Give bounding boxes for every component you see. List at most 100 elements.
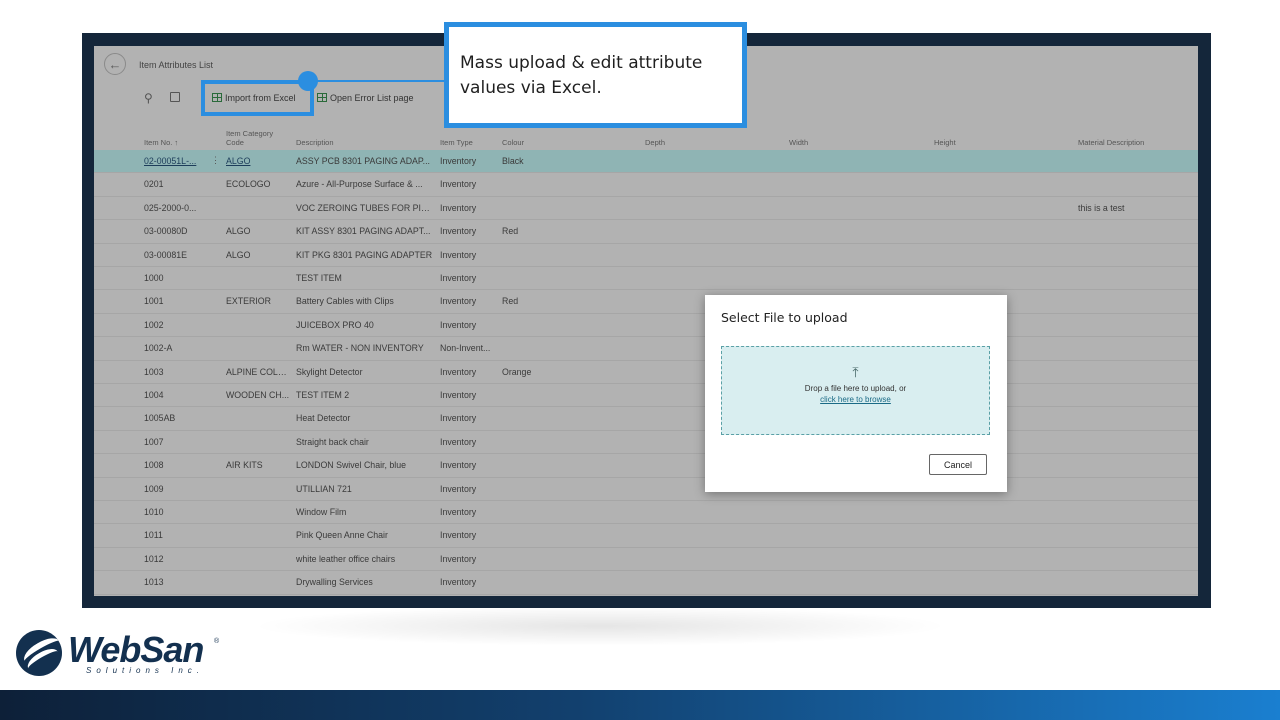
file-drop-zone[interactable]: ⤒ Drop a file here to upload, or click h… [721, 346, 990, 435]
cell-description: Window Film [296, 507, 347, 517]
cell-item-no[interactable]: 02-00051L-... [144, 156, 206, 166]
table-row[interactable]: 1011 Pink Queen Anne Chair Inventory [94, 524, 1198, 548]
cell-item-type: Inventory [440, 179, 477, 190]
cell-description: KIT ASSY 8301 PAGING ADAPT... [296, 226, 431, 237]
cell-category[interactable]: ALPINE COLL... [226, 367, 290, 377]
footer-bar [0, 690, 1280, 720]
cell-material: this is a test [1078, 202, 1125, 213]
cell-item-no[interactable]: 025-2000-0... [144, 203, 206, 213]
cell-item-type: Inventory [440, 202, 477, 213]
cell-item-no[interactable]: 1011 [144, 530, 206, 540]
import-highlight-box [201, 80, 314, 116]
cell-description: UTILLIAN 721 [296, 483, 352, 494]
cell-item-type: Inventory [440, 296, 477, 307]
page-title: Item Attributes List [139, 60, 214, 70]
table-row[interactable]: 1001 EXTERIOR Battery Cables with Clips Inv… [94, 290, 1198, 314]
table-row[interactable]: 03-00080D ALGO KIT ASSY 8301 PAGING ADAPT.… [94, 220, 1198, 244]
table-row[interactable]: 1003 ALPINE COLL... Skylight Detector Inven… [94, 361, 1198, 384]
cell-item-no[interactable]: 03-00081E [144, 250, 206, 260]
header-item-type[interactable]: Item Type [440, 138, 473, 147]
row-actions-icon[interactable]: ⋮ [211, 155, 220, 166]
cell-description: TEST ITEM 2 [296, 390, 350, 400]
cell-description: KIT PKG 8301 PAGING ADAPTER [296, 249, 433, 260]
item-attributes-page: ← Item Attributes List ⚲ Import from Exc… [94, 46, 1198, 596]
cell-item-no[interactable]: 1003 [144, 367, 206, 377]
cell-item-no[interactable]: 1009 [144, 484, 206, 494]
table-row[interactable]: 025-2000-0... VOC ZEROING TUBES FOR PID,.… [94, 197, 1198, 221]
back-arrow-icon[interactable]: ← [104, 53, 126, 75]
cell-item-type: Inventory [440, 319, 477, 330]
cell-item-no[interactable]: 1010 [144, 507, 206, 517]
cell-description: Pink Queen Anne Chair [296, 530, 388, 541]
callout-dot [298, 71, 318, 91]
header-height[interactable]: Height [934, 138, 956, 147]
table-row[interactable]: 1005AB Heat Detector Inventory [94, 407, 1198, 431]
cell-item-type: Inventory [440, 273, 477, 283]
table-row[interactable]: 03-00081E ALGO KIT PKG 8301 PAGING ADAPTER… [94, 244, 1198, 267]
header-item-category-code[interactable]: Item Category Code [226, 129, 286, 147]
cell-item-no[interactable]: 1000 [144, 273, 206, 283]
cell-description: white leather office chairs [296, 553, 396, 564]
cell-item-type: Inventory [440, 366, 477, 377]
cell-colour: Red [502, 296, 519, 307]
cell-item-no[interactable]: 1007 [144, 437, 206, 447]
table-row[interactable]: 0201 ECOLOGO Azure - All-Purpose Surface &… [94, 173, 1198, 197]
table-row[interactable]: 1002 JUICEBOX PRO 40 Inventory [94, 314, 1198, 338]
header-description[interactable]: Description [296, 138, 334, 147]
cancel-button[interactable]: Cancel [929, 454, 987, 475]
table-row[interactable]: 02-00051L-... ALGO ASSY PCB 8301 PAGING AD… [94, 150, 1198, 174]
header-width[interactable]: Width [789, 138, 808, 147]
callout-box: Mass upload & edit attribute values via … [444, 22, 747, 128]
open-error-list-button[interactable]: Open Error List page [317, 93, 414, 103]
table-row[interactable]: 1007 Straight back chair Inventory [94, 431, 1198, 455]
cell-item-type: Inventory [440, 436, 477, 447]
cell-colour: Red [502, 226, 519, 237]
cell-item-type: Non-Invent... [440, 343, 491, 354]
table-row[interactable]: 1008 AIR KITS LONDON Swivel Chair, blue Inv… [94, 454, 1198, 478]
cell-item-no[interactable]: 1013 [144, 577, 206, 587]
cell-colour: Orange [502, 366, 532, 377]
drop-zone-text: Drop a file here to upload, or [804, 384, 907, 393]
cell-item-no[interactable]: 1001 [144, 296, 206, 306]
table-row[interactable]: 1002-A Rm WATER - NON INVENTORY Non-Invent… [94, 337, 1198, 361]
table-row[interactable]: 1013 Drywalling Services Inventory [94, 571, 1198, 595]
layout-icon[interactable] [170, 92, 180, 102]
cell-item-no[interactable]: 1005AB [144, 413, 206, 423]
cell-item-type: Inventory [440, 249, 477, 260]
cell-description: Battery Cables with Clips [296, 296, 394, 307]
upload-arrow-icon: ⤒ [852, 364, 859, 380]
cell-item-type: Inventory [440, 156, 477, 166]
websan-logo: WebSan ® Solutions Inc. [16, 630, 219, 678]
cell-category[interactable]: ECOLOGO [226, 179, 290, 189]
table-row[interactable]: 1009 UTILLIAN 721 Inventory [94, 478, 1198, 501]
table-row[interactable]: 1010 Window Film Inventory [94, 501, 1198, 525]
header-item-no[interactable]: Item No. ↑ [144, 138, 178, 147]
cell-item-no[interactable]: 1002-A [144, 343, 206, 353]
header-material-description[interactable]: Material Description [1078, 138, 1144, 147]
cell-category[interactable]: EXTERIOR [226, 296, 290, 306]
cell-category[interactable]: ALGO [226, 226, 290, 236]
cell-category[interactable]: ALGO [226, 156, 290, 166]
table-row[interactable]: 1012 white leather office chairs Inventory [94, 548, 1198, 572]
cell-description: Straight back chair [296, 436, 369, 447]
cell-category[interactable]: ALGO [226, 250, 290, 260]
cell-item-no[interactable]: 1012 [144, 554, 206, 564]
cell-item-no[interactable]: 1002 [144, 320, 206, 330]
cell-item-no[interactable]: 1008 [144, 460, 206, 470]
header-depth[interactable]: Depth [645, 138, 665, 147]
cell-item-type: Inventory [440, 483, 477, 494]
cell-description: VOC ZEROING TUBES FOR PID,... [296, 202, 434, 213]
websan-logo-mark-icon [16, 630, 62, 676]
browse-link[interactable]: click here to browse [722, 395, 989, 404]
search-icon[interactable]: ⚲ [144, 91, 153, 105]
cell-description: TEST ITEM [296, 273, 342, 283]
table-row[interactable]: 1000 TEST ITEM Inventory [94, 267, 1198, 291]
cell-category[interactable]: AIR KITS [226, 460, 290, 470]
cell-item-type: Inventory [440, 460, 477, 471]
header-colour[interactable]: Colour [502, 138, 524, 147]
table-row[interactable]: 1004 WOODEN CH... TEST ITEM 2 Inventory [94, 384, 1198, 408]
cell-category[interactable]: WOODEN CH... [226, 390, 290, 400]
cell-item-no[interactable]: 03-00080D [144, 226, 206, 236]
cell-item-no[interactable]: 1004 [144, 390, 206, 400]
cell-item-no[interactable]: 0201 [144, 179, 206, 189]
